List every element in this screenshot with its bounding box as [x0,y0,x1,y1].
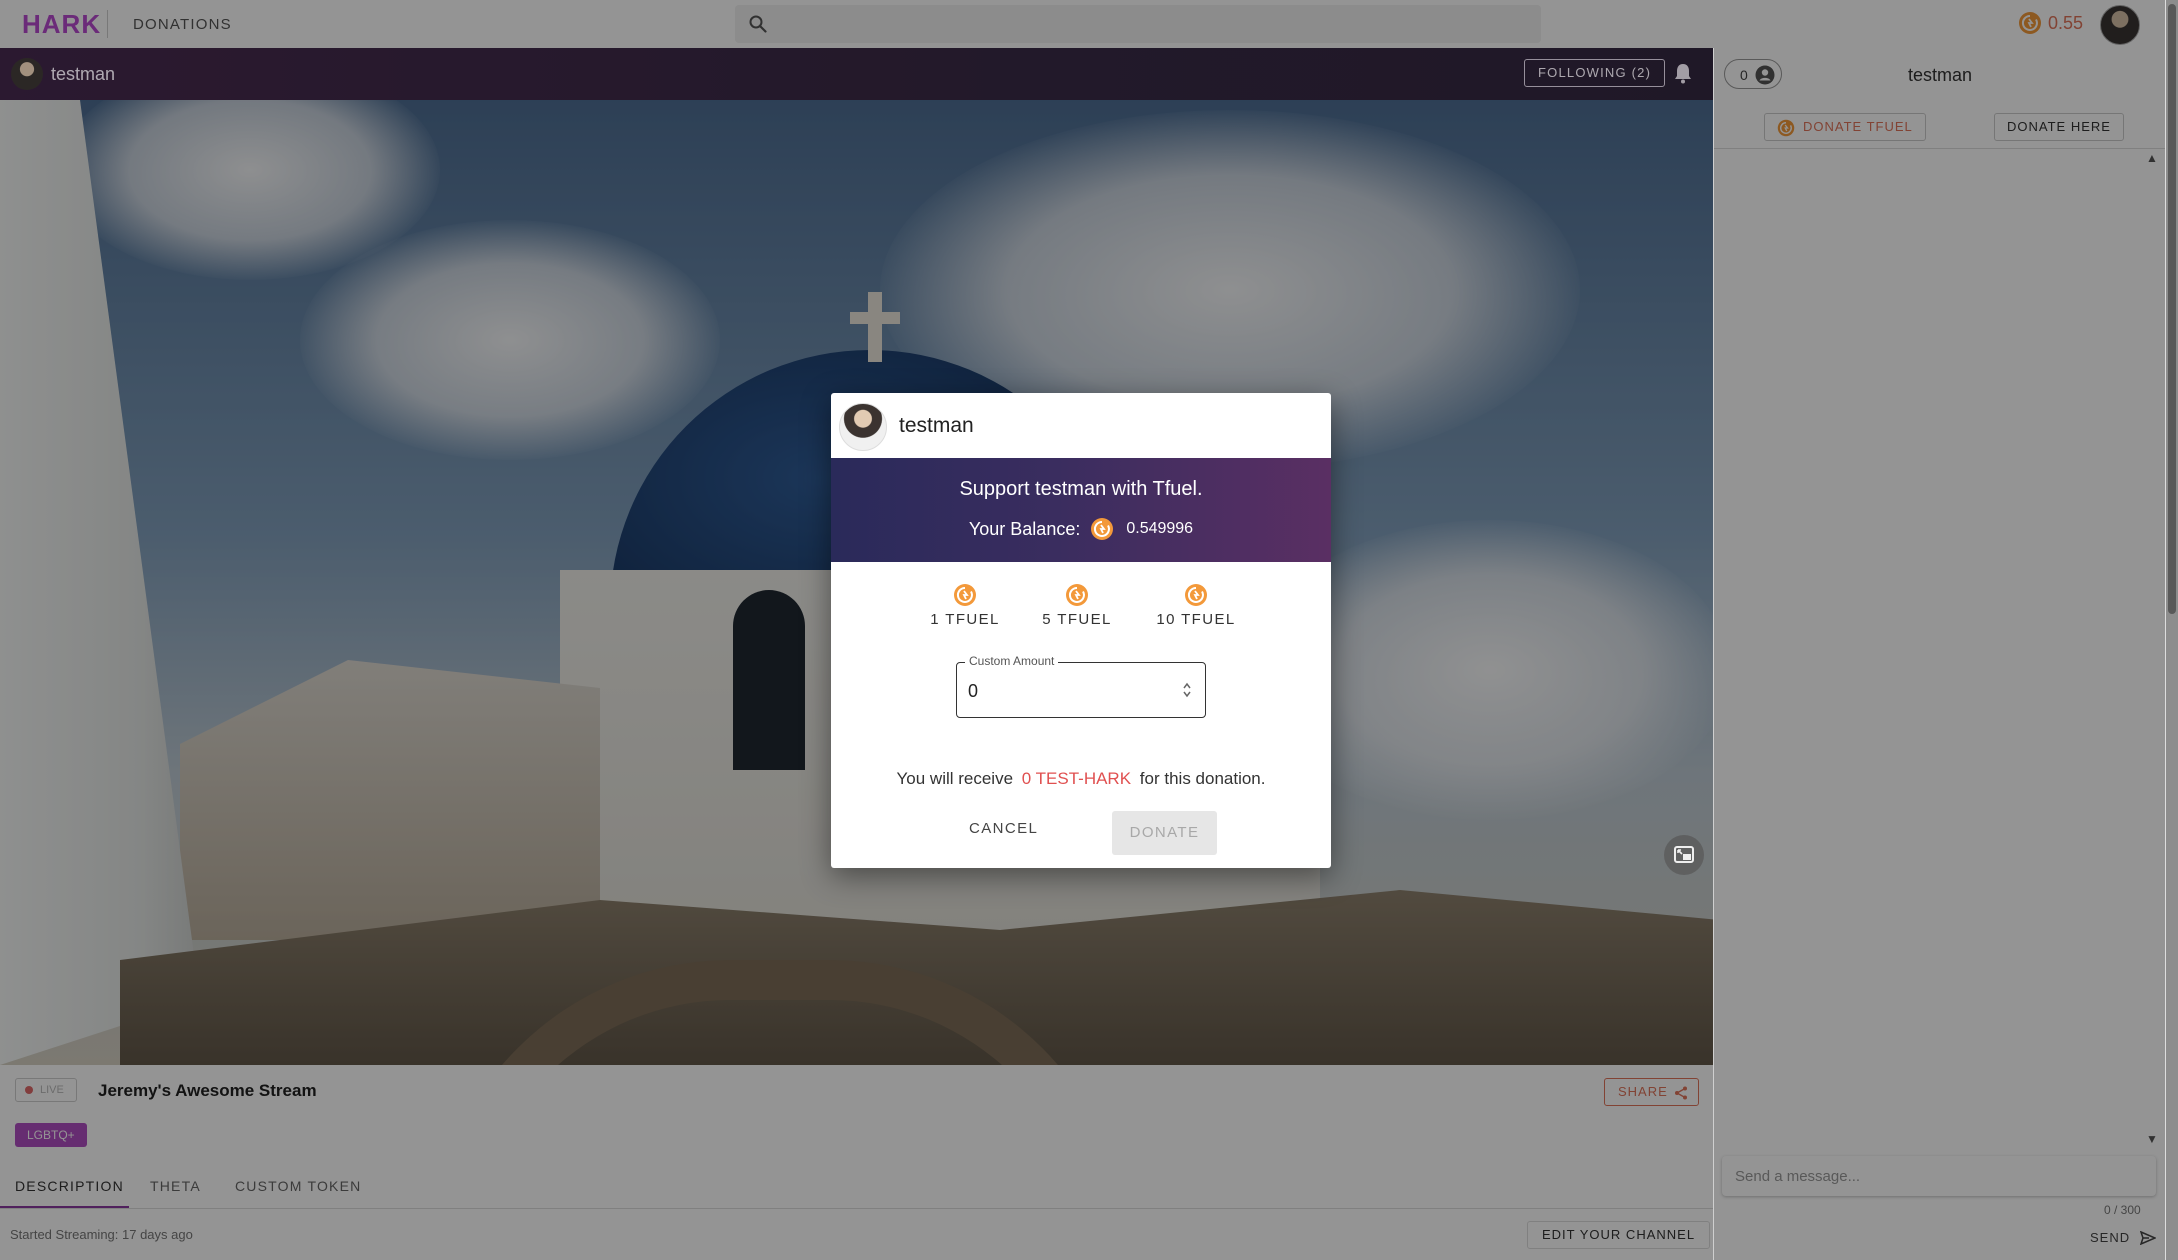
modal-backdrop-scrollbar [2166,0,2178,1260]
preset-label: 10 TFUEL [1156,611,1236,628]
balance-amount: 0.549996 [1126,520,1194,537]
tfuel-coin-icon [1065,583,1089,607]
receive-prefix: You will receive [896,769,1014,788]
preset-10-tfuel-button[interactable]: 10 TFUEL [1154,583,1238,629]
channel-header: testman FOLLOWING (2) [0,48,1713,100]
modal-heading: Support testman with Tfuel. [959,478,1203,500]
receive-suffix: for this donation. [1139,769,1266,788]
modal-banner: Support testman with Tfuel. Your Balance… [831,458,1331,562]
modal-backdrop-info [0,1065,1713,1260]
picture-in-picture-button[interactable] [1664,835,1704,875]
modal-backdrop-chat [1714,48,2165,1260]
receive-amount: 0 TEST-HARK [1021,769,1132,788]
modal-username: testman [899,414,974,437]
custom-amount-field[interactable]: Custom Amount [956,654,1206,718]
cancel-button[interactable]: CANCEL [955,811,1052,847]
custom-amount-input[interactable] [968,677,1168,705]
preset-label: 5 TFUEL [1042,611,1112,628]
donate-button[interactable]: DONATE [1112,811,1217,855]
modal-balance: Your Balance: 0.549996 [831,517,1331,541]
page-scrollbar[interactable] [2165,0,2178,1260]
number-stepper-icon[interactable] [1181,680,1193,700]
picture-in-picture-icon [1674,846,1694,863]
preset-label: 1 TFUEL [930,611,1000,628]
custom-amount-label: Custom Amount [965,654,1059,668]
modal-backdrop-top [0,0,2178,48]
preset-1-tfuel-button[interactable]: 1 TFUEL [930,583,1000,629]
tfuel-coin-icon [1184,583,1208,607]
modal-backdrop-channel [0,48,1713,100]
preset-5-tfuel-button[interactable]: 5 TFUEL [1042,583,1112,629]
balance-label: Your Balance: [968,518,1081,539]
receive-text: You will receive 0 TEST-HARK for this do… [831,769,1331,789]
tfuel-coin-icon [953,583,977,607]
top-bar: HARK DONATIONS 0.55 [0,0,2178,48]
tfuel-coin-icon [1091,518,1114,540]
modal-avatar [839,403,887,451]
chat-panel: 0 testman DONATE TFUEL DONATE HERE ▲ ▼ 0… [1713,48,2166,1260]
donation-dialog: testman Support testman with Tfuel. Your… [831,393,1331,868]
stream-info-panel: LIVE Jeremy's Awesome Stream SHARE LGBTQ… [0,1065,1713,1260]
